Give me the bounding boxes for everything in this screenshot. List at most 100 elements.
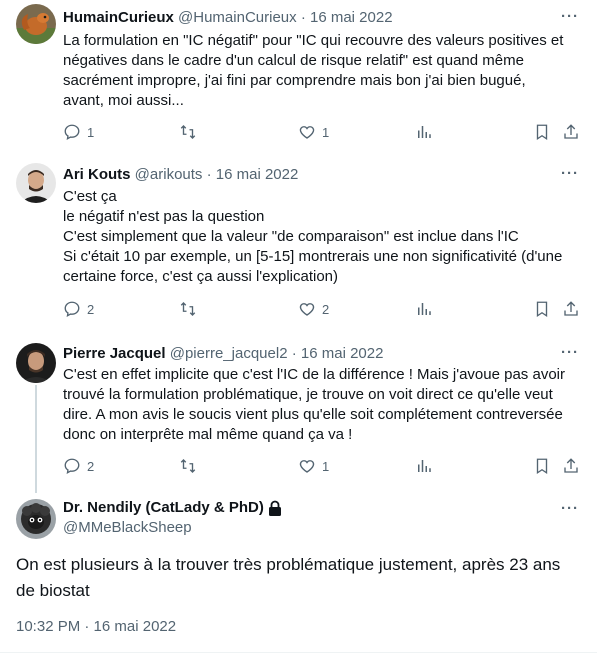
share-button[interactable] [562,299,580,319]
retweet-button[interactable] [179,299,197,319]
tweet-actions: 2 1 [63,456,583,476]
bookmark-icon [536,301,548,318]
tweet-line: certaine force, c'est ça aussi l'explica… [63,268,339,285]
separator-dot: · [291,345,297,362]
tweet-text: La formulation en "IC négatif" pour "IC … [63,31,583,111]
author-handle[interactable]: @HumainCurieux [178,9,297,26]
retweet-button[interactable] [179,122,197,142]
tweet-actions: 2 2 [63,299,583,319]
tweet-line: C'est simplement que la valeur "de compa… [63,228,519,245]
black-sheep-avatar-image [16,499,56,539]
tweet-actions: 1 1 [63,122,583,142]
views-button[interactable] [415,299,433,319]
heart-icon [299,303,315,316]
share-icon [564,124,578,139]
tweet-date[interactable]: 16 mai 2022 [301,345,384,362]
tweet-header: Ari Kouts @arikouts · 16 mai 2022 [63,165,298,185]
share-icon [564,458,578,473]
share-button[interactable] [562,456,580,476]
tweet-line: négatives dans le cadre d'un calcul de r… [63,52,524,69]
author-name[interactable]: HumainCurieux [63,9,174,26]
author-handle[interactable]: @pierre_jacquel2 [170,345,288,362]
tweet-line: dire. A mon avis le soucis vient plus qu… [63,406,563,423]
lock-icon [268,500,281,516]
reply-button[interactable]: 2 [63,456,94,476]
tweet-line: Si c'était 10 par exemple, un [5-15] mon… [63,248,563,265]
views-button[interactable] [415,456,433,476]
person-avatar-image [16,343,56,383]
squirrel-avatar-image [16,4,56,44]
avatar-pierrejacquel[interactable] [16,343,56,383]
reply-count: 2 [87,301,95,317]
tweet-2[interactable]: Ari Kouts @arikouts · 16 mai 2022 ··· C'… [0,155,597,335]
tweet-line: C'est en effet implicite que c'est l'IC … [63,366,565,383]
bookmark-button[interactable] [533,299,551,319]
tweet-line: donc on interprête mal même quand ça va … [63,426,353,443]
analytics-icon [418,126,431,138]
divider [0,652,597,653]
tweet-text: C'est en effet implicite que c'est l'IC … [63,365,583,445]
separator-dot: · [206,166,212,183]
tweet-1[interactable]: HumainCurieux @HumainCurieux · 16 mai 20… [0,0,597,155]
like-count: 1 [322,124,330,140]
tweet-line: le négatif n'est pas la question [63,208,265,225]
person-avatar-image [16,163,56,203]
reply-button[interactable]: 1 [63,122,94,142]
author-name[interactable]: Ari Kouts [63,166,131,183]
tweet-line: avant, moi aussi... [63,92,184,109]
tweet-header: HumainCurieux @HumainCurieux · 16 mai 20… [63,8,393,28]
tweet-date[interactable]: 16 mai 2022 [216,166,299,183]
retweet-icon [180,125,196,139]
author-name[interactable]: Pierre Jacquel [63,345,166,362]
more-options-icon[interactable]: ··· [561,500,579,517]
tweet-line: C'est ça [63,188,117,205]
bookmark-icon [536,124,548,141]
more-options-icon[interactable]: ··· [561,344,579,361]
tweet-date[interactable]: 16 mai 2022 [310,9,393,26]
retweet-button[interactable] [179,456,197,476]
views-button[interactable] [415,122,433,142]
separator-dot: · [300,9,306,26]
author-handle[interactable]: @arikouts [135,166,203,183]
tweet-text: C'est ça le négatif n'est pas la questio… [63,187,583,287]
share-icon [564,301,578,316]
bookmark-icon [536,458,548,475]
like-button[interactable]: 1 [298,456,329,476]
reply-icon [64,458,80,475]
analytics-icon [418,460,431,472]
focus-tweet-text: On est plusieurs à la trouver très probl… [16,552,586,604]
analytics-icon [418,303,431,315]
like-count: 2 [322,301,330,317]
heart-icon [299,126,315,139]
author-name[interactable]: Dr. Nendily (CatLady & PhD) [63,498,264,518]
like-button[interactable]: 2 [298,299,329,319]
avatar-humaincurieux[interactable] [16,4,56,44]
thread-connector [35,385,37,493]
retweet-icon [180,459,196,473]
author-handle[interactable]: @MMeBlackSheep [63,518,192,538]
bookmark-button[interactable] [533,122,551,142]
reply-count: 2 [87,458,95,474]
tweet-3[interactable]: Pierre Jacquel @pierre_jacquel2 · 16 mai… [0,335,597,493]
more-options-icon[interactable]: ··· [561,165,579,182]
reply-button[interactable]: 2 [63,299,94,319]
more-options-icon[interactable]: ··· [561,8,579,25]
heart-icon [299,460,315,473]
tweet-line: On est plusieurs à la trouver très probl… [16,555,561,574]
bookmark-button[interactable] [533,456,551,476]
avatar-arikouts[interactable] [16,163,56,203]
like-button[interactable]: 1 [298,122,329,142]
tweet-line: sacrément impropre, j'ai fini par compre… [63,72,526,89]
tweet-line: trouvé la formulation problématique, je … [63,386,553,403]
like-count: 1 [322,458,330,474]
avatar-mmeblacksheep[interactable] [16,499,56,539]
retweet-icon [180,302,196,316]
reply-count: 1 [87,124,95,140]
reply-icon [64,301,80,318]
focus-author: Dr. Nendily (CatLady & PhD) [63,498,282,518]
tweet-timestamp[interactable]: 10:32 PM · 16 mai 2022 [16,617,176,637]
share-button[interactable] [562,122,580,142]
tweet-header: Pierre Jacquel @pierre_jacquel2 · 16 mai… [63,344,383,364]
tweet-line: La formulation en "IC négatif" pour "IC … [63,32,564,49]
tweet-line: de biostat [16,581,90,600]
